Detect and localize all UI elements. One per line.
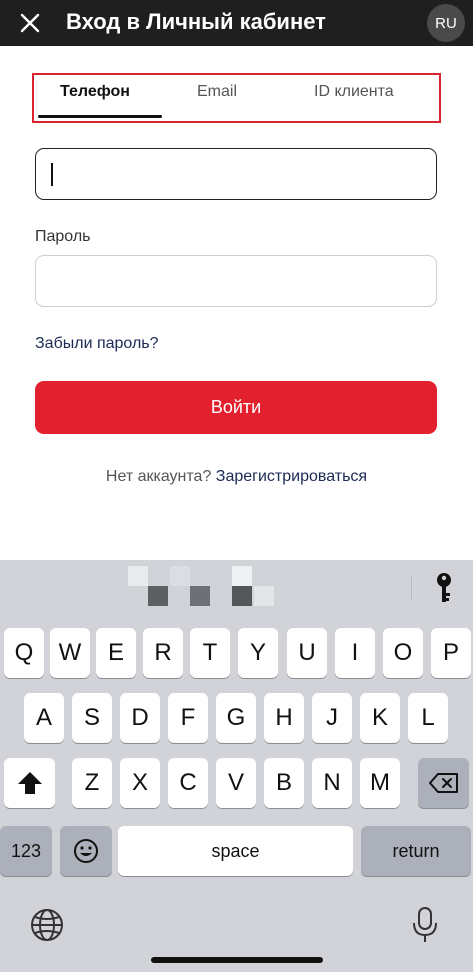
home-indicator [151, 957, 323, 963]
forgot-password-link[interactable]: Забыли пароль? [35, 335, 159, 353]
key-g[interactable]: G [216, 693, 256, 743]
pixelated-suggestion [232, 586, 252, 606]
key-u[interactable]: U [287, 628, 327, 678]
key-s[interactable]: S [72, 693, 112, 743]
key-t[interactable]: T [190, 628, 230, 678]
microphone-icon[interactable] [412, 906, 438, 944]
tab-client-id[interactable]: ID клиента [314, 83, 394, 101]
password-key-icon[interactable] [432, 572, 456, 604]
suggestion-divider [411, 577, 412, 601]
key-h[interactable]: H [264, 693, 304, 743]
app-header: Вход в Личный кабинет RU [0, 0, 473, 46]
login-method-tabs: Телефон Email ID клиента [32, 73, 441, 123]
key-p[interactable]: P [431, 628, 471, 678]
key-i[interactable]: I [335, 628, 375, 678]
return-key[interactable]: return [361, 826, 471, 876]
shift-icon [17, 772, 42, 794]
emoji-key[interactable] [60, 826, 112, 876]
tab-email[interactable]: Email [197, 83, 237, 101]
register-row: Нет аккаунта? Зарегистрироваться [0, 468, 473, 486]
key-n[interactable]: N [312, 758, 352, 808]
close-button[interactable] [14, 7, 46, 39]
backspace-key[interactable] [418, 758, 469, 808]
register-link[interactable]: Зарегистрироваться [216, 468, 367, 485]
language-button[interactable]: RU [427, 4, 465, 42]
no-account-text: Нет аккаунта? [105, 468, 212, 485]
key-a[interactable]: A [24, 693, 64, 743]
numbers-key[interactable]: 123 [0, 826, 52, 876]
pixelated-suggestion [232, 566, 252, 586]
pixelated-suggestion [128, 566, 148, 586]
login-button[interactable]: Войти [35, 381, 437, 434]
key-d[interactable]: D [120, 693, 160, 743]
password-field[interactable] [35, 255, 437, 307]
pixelated-suggestion [170, 566, 190, 586]
pixelated-suggestion [148, 586, 168, 606]
phone-field[interactable] [35, 148, 437, 200]
key-r[interactable]: R [143, 628, 183, 678]
text-cursor [51, 163, 53, 186]
active-tab-indicator [38, 115, 162, 118]
key-l[interactable]: L [408, 693, 448, 743]
key-y[interactable]: Y [238, 628, 278, 678]
key-e[interactable]: E [96, 628, 136, 678]
close-icon [20, 13, 40, 33]
pixelated-suggestion [254, 586, 274, 606]
key-w[interactable]: W [50, 628, 90, 678]
globe-icon[interactable] [30, 908, 64, 942]
key-v[interactable]: V [216, 758, 256, 808]
password-label: Пароль [35, 228, 91, 245]
key-m[interactable]: M [360, 758, 400, 808]
shift-key[interactable] [4, 758, 55, 808]
tab-phone[interactable]: Телефон [60, 83, 130, 101]
space-key[interactable]: space [118, 826, 353, 876]
page-title: Вход в Личный кабинет [66, 9, 326, 34]
pixelated-suggestion [190, 586, 210, 606]
password-input[interactable] [36, 256, 436, 306]
key-j[interactable]: J [312, 693, 352, 743]
autofill-suggestion-bar [0, 560, 473, 614]
key-b[interactable]: B [264, 758, 304, 808]
key-c[interactable]: C [168, 758, 208, 808]
key-f[interactable]: F [168, 693, 208, 743]
key-x[interactable]: X [120, 758, 160, 808]
key-z[interactable]: Z [72, 758, 112, 808]
on-screen-keyboard: Q W E R T Y U I O P A S D F G H J K L Z … [0, 560, 473, 972]
key-o[interactable]: O [383, 628, 423, 678]
backspace-icon [428, 773, 458, 793]
emoji-icon [74, 839, 98, 863]
key-k[interactable]: K [360, 693, 400, 743]
key-q[interactable]: Q [4, 628, 44, 678]
phone-input[interactable] [36, 149, 436, 199]
